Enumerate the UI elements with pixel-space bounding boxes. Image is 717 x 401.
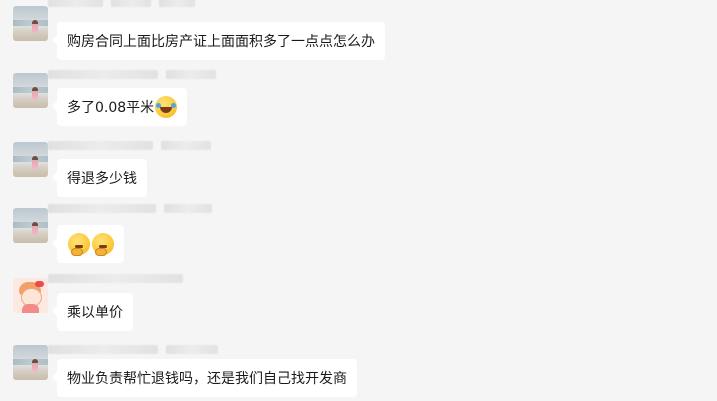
message-bubble[interactable]: 物业负责帮忙退钱吗，还是我们自己找开发商 [52,359,357,397]
sender-name-redacted [48,203,212,214]
sender-name-redacted [48,344,218,355]
avatar[interactable] [13,142,48,177]
avatar[interactable] [13,345,48,380]
avatar-bow [35,281,44,287]
message-text: 购房合同上面比房产证上面面积多了一点点怎么办 [67,34,375,50]
thinking-emoji-icon [92,233,114,256]
chat-window: 购房合同上面比房产证上面面积多了一点点怎么办 多了0.08平米 得退多少钱 乘以… [0,0,717,401]
message-bubble[interactable]: 购房合同上面比房产证上面面积多了一点点怎么办 [52,22,385,60]
sender-name-redacted [48,69,216,80]
avatar[interactable] [13,278,48,313]
message-text: 物业负责帮忙退钱吗，还是我们自己找开发商 [67,371,347,387]
sender-name-redacted [48,140,211,151]
avatar[interactable] [13,6,48,41]
message-text: 多了0.08平米 [67,100,155,116]
thinking-emoji-icon [68,233,90,256]
sender-name-redacted [48,273,183,284]
message-bubble[interactable] [52,225,124,263]
sender-name-redacted [48,0,195,8]
message-bubble[interactable]: 多了0.08平米 [51,88,188,126]
avatar[interactable] [13,73,48,108]
avatar[interactable] [13,208,48,243]
avatar-body [22,304,39,313]
message-bubble[interactable]: 得退多少钱 [52,159,147,197]
message-text: 乘以单价 [67,305,123,321]
message-bubble[interactable]: 乘以单价 [52,293,133,331]
message-text: 得退多少钱 [67,171,137,187]
laughing-crying-emoji-icon [155,96,178,118]
